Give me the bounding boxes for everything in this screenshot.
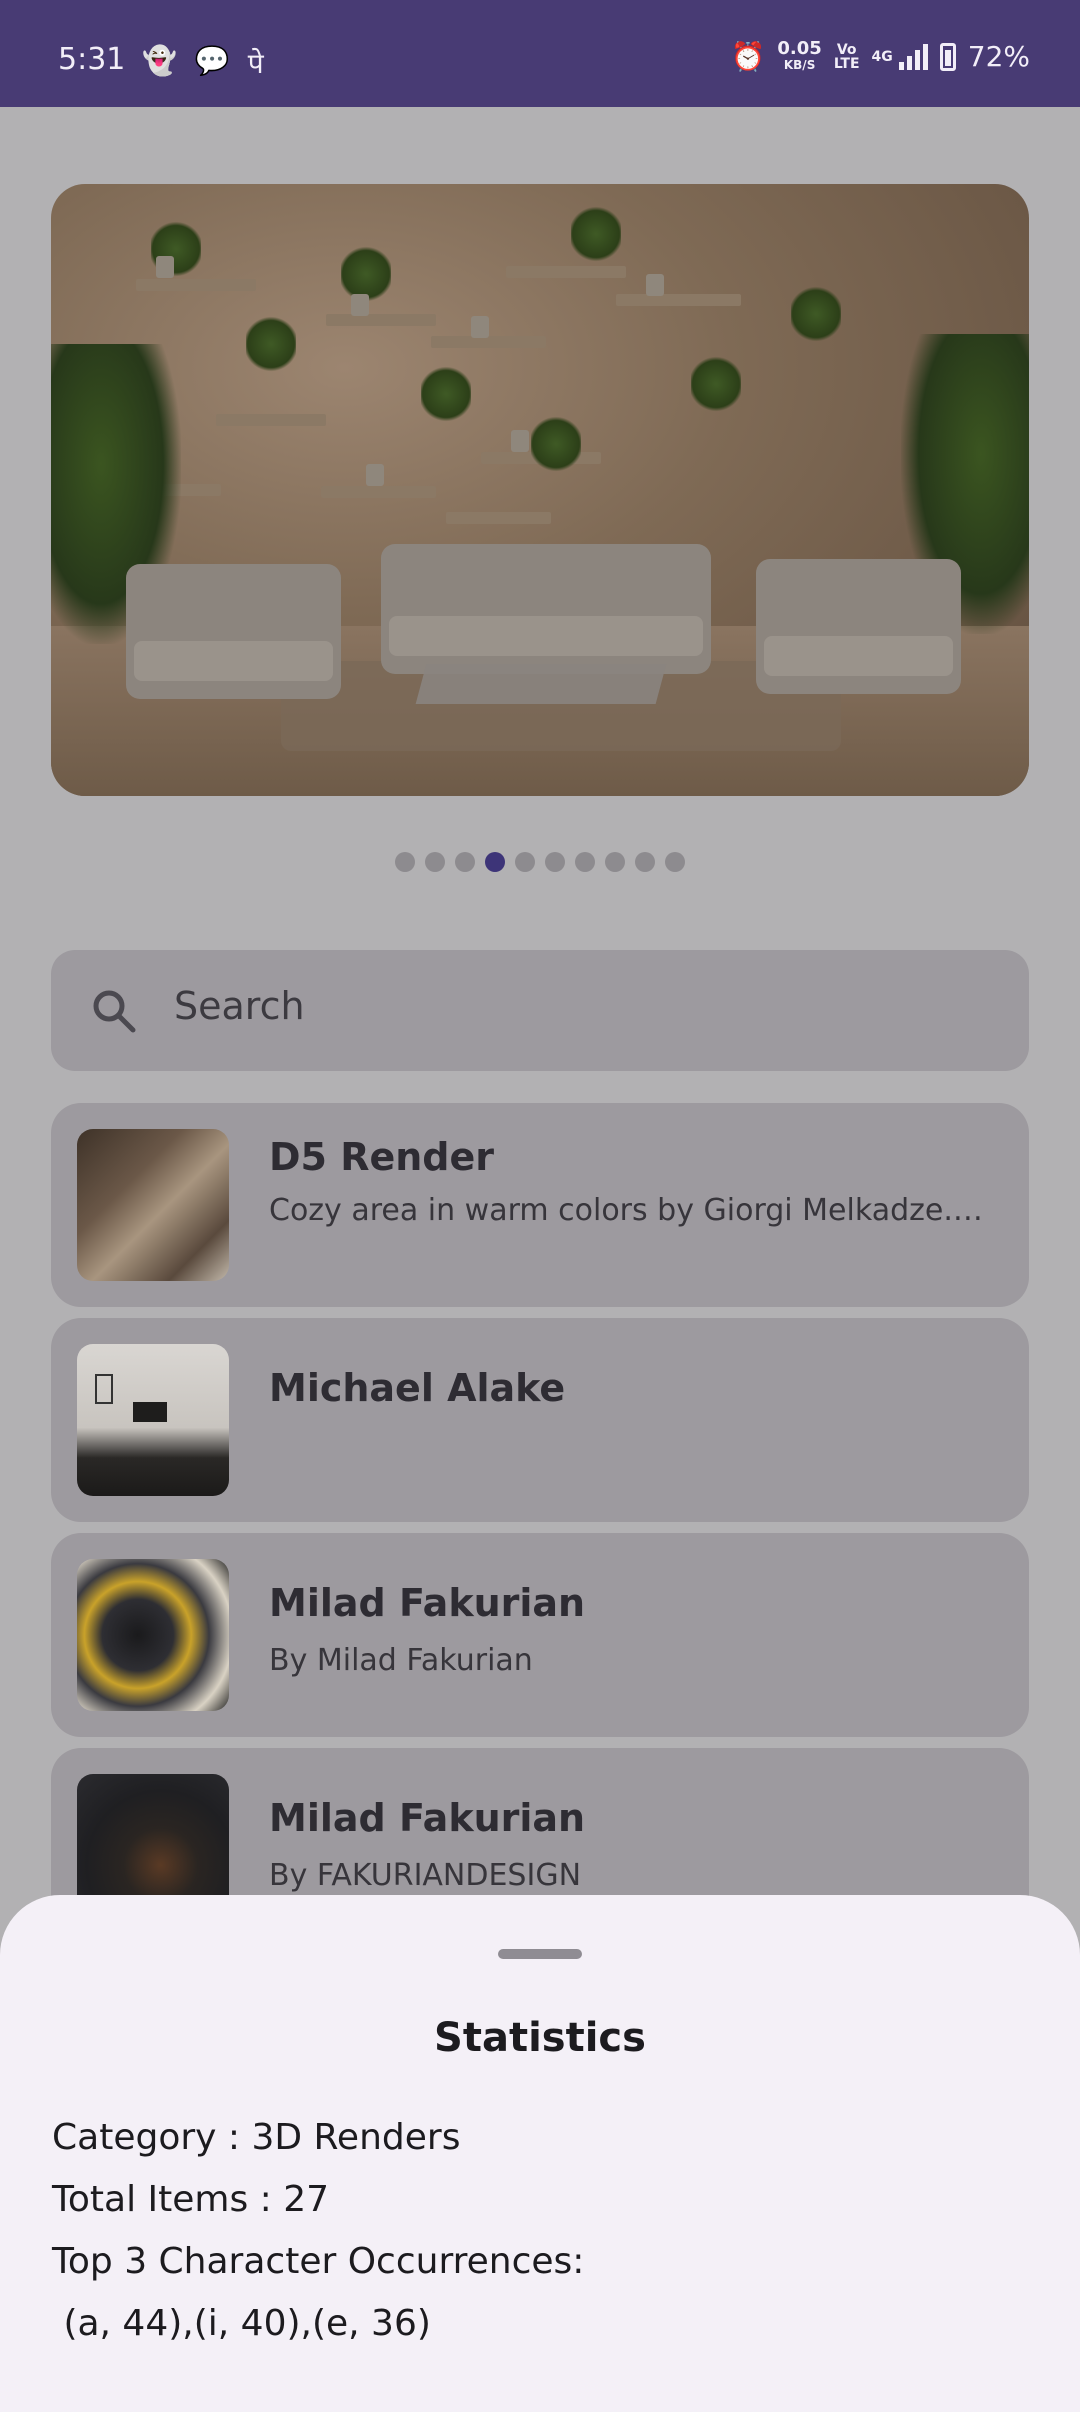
item-thumbnail bbox=[77, 1129, 229, 1281]
item-thumbnail bbox=[77, 1559, 229, 1711]
stat-category: Category : 3D Renders bbox=[52, 2117, 461, 2158]
shelf bbox=[136, 279, 256, 291]
carousel-indicator[interactable] bbox=[0, 852, 1080, 872]
coffee-table bbox=[415, 664, 667, 704]
volte-bottom: LTE bbox=[833, 55, 860, 72]
pe-icon: पे bbox=[247, 47, 264, 80]
statistics-bottom-sheet: Statistics Category : 3D Renders Total I… bbox=[0, 1895, 1080, 2412]
item-description: Cozy area in warm colors by Giorgi Melka… bbox=[269, 1193, 989, 1265]
search-bar[interactable]: Search bbox=[51, 950, 1029, 1071]
carousel-dot[interactable] bbox=[455, 852, 475, 872]
carousel-dot[interactable] bbox=[635, 852, 655, 872]
carousel-dot[interactable] bbox=[575, 852, 595, 872]
status-bar: 5:31 👻 💬 पे ⏰ 0.05 KB/S Vo LTE 4G 72% bbox=[0, 0, 1080, 107]
network-speed: 0.05 KB/S bbox=[777, 37, 822, 73]
shelf bbox=[616, 294, 741, 306]
battery-percent: 72% bbox=[967, 40, 1030, 73]
item-title: D5 Render bbox=[269, 1135, 495, 1179]
search-icon bbox=[93, 990, 136, 1033]
chat-icon: 💬 bbox=[194, 44, 230, 77]
hero-carousel-image[interactable] bbox=[51, 184, 1029, 796]
armchair-left bbox=[126, 564, 341, 699]
network-type: 4G bbox=[871, 48, 893, 65]
shelf bbox=[321, 486, 436, 498]
pot bbox=[366, 464, 384, 486]
snapchat-icon: 👻 bbox=[142, 44, 177, 77]
sofa bbox=[381, 544, 711, 674]
alarm-icon: ⏰ bbox=[730, 40, 766, 73]
pot bbox=[351, 294, 369, 316]
item-description: By Milad Fakurian bbox=[269, 1643, 533, 1678]
stat-top-label: Top 3 Character Occurrences: bbox=[52, 2241, 585, 2282]
pot bbox=[511, 430, 529, 452]
plant bbox=[791, 284, 841, 344]
carousel-dot[interactable] bbox=[605, 852, 625, 872]
item-title: Milad Fakurian bbox=[269, 1796, 586, 1840]
shelf bbox=[431, 336, 546, 348]
item-description-text: Cozy area in warm colors by Giorgi Melka… bbox=[269, 1193, 989, 1228]
carousel-dot[interactable] bbox=[665, 852, 685, 872]
list-item[interactable]: Michael Alake bbox=[51, 1318, 1029, 1522]
pot bbox=[471, 316, 489, 338]
plant bbox=[531, 414, 581, 474]
stat-total-items: Total Items : 27 bbox=[52, 2179, 330, 2220]
pot bbox=[156, 256, 174, 278]
list-item[interactable]: D5 Render Cozy area in warm colors by Gi… bbox=[51, 1103, 1029, 1307]
plant bbox=[246, 314, 296, 374]
shelf bbox=[446, 512, 551, 524]
volte-top: Vo bbox=[836, 41, 857, 58]
shelf bbox=[216, 414, 326, 426]
drag-handle[interactable] bbox=[498, 1949, 582, 1959]
carousel-dot[interactable] bbox=[515, 852, 535, 872]
battery-icon bbox=[939, 42, 956, 71]
shelf bbox=[506, 266, 626, 278]
plant bbox=[691, 354, 741, 414]
item-description: By FAKURIANDESIGN bbox=[269, 1858, 582, 1893]
speed-unit: KB/S bbox=[783, 57, 816, 72]
item-title: Milad Fakurian bbox=[269, 1581, 586, 1625]
item-title: Michael Alake bbox=[269, 1366, 566, 1410]
pot bbox=[646, 274, 664, 296]
carousel-dot[interactable] bbox=[485, 852, 505, 872]
list-item[interactable]: Milad Fakurian By Milad Fakurian bbox=[51, 1533, 1029, 1737]
notification-icons: 👻 💬 पे bbox=[142, 44, 264, 82]
speed-value: 0.05 bbox=[777, 37, 822, 59]
carousel-dot[interactable] bbox=[425, 852, 445, 872]
stat-top-values: (a, 44),(i, 40),(e, 36) bbox=[52, 2303, 431, 2344]
plant bbox=[421, 364, 471, 424]
plant bbox=[571, 204, 621, 264]
volte-indicator: Vo LTE bbox=[834, 43, 860, 71]
carousel-dot[interactable] bbox=[545, 852, 565, 872]
system-icons: ⏰ 0.05 KB/S Vo LTE 4G 72% bbox=[730, 37, 1030, 73]
shelf bbox=[326, 314, 436, 326]
search-input[interactable]: Search bbox=[174, 984, 305, 1028]
item-thumbnail bbox=[77, 1344, 229, 1496]
armchair-right bbox=[756, 559, 961, 694]
status-time: 5:31 bbox=[58, 42, 126, 77]
signal-icon bbox=[898, 43, 928, 70]
sheet-title: Statistics bbox=[434, 2015, 646, 2061]
carousel-dot[interactable] bbox=[395, 852, 415, 872]
